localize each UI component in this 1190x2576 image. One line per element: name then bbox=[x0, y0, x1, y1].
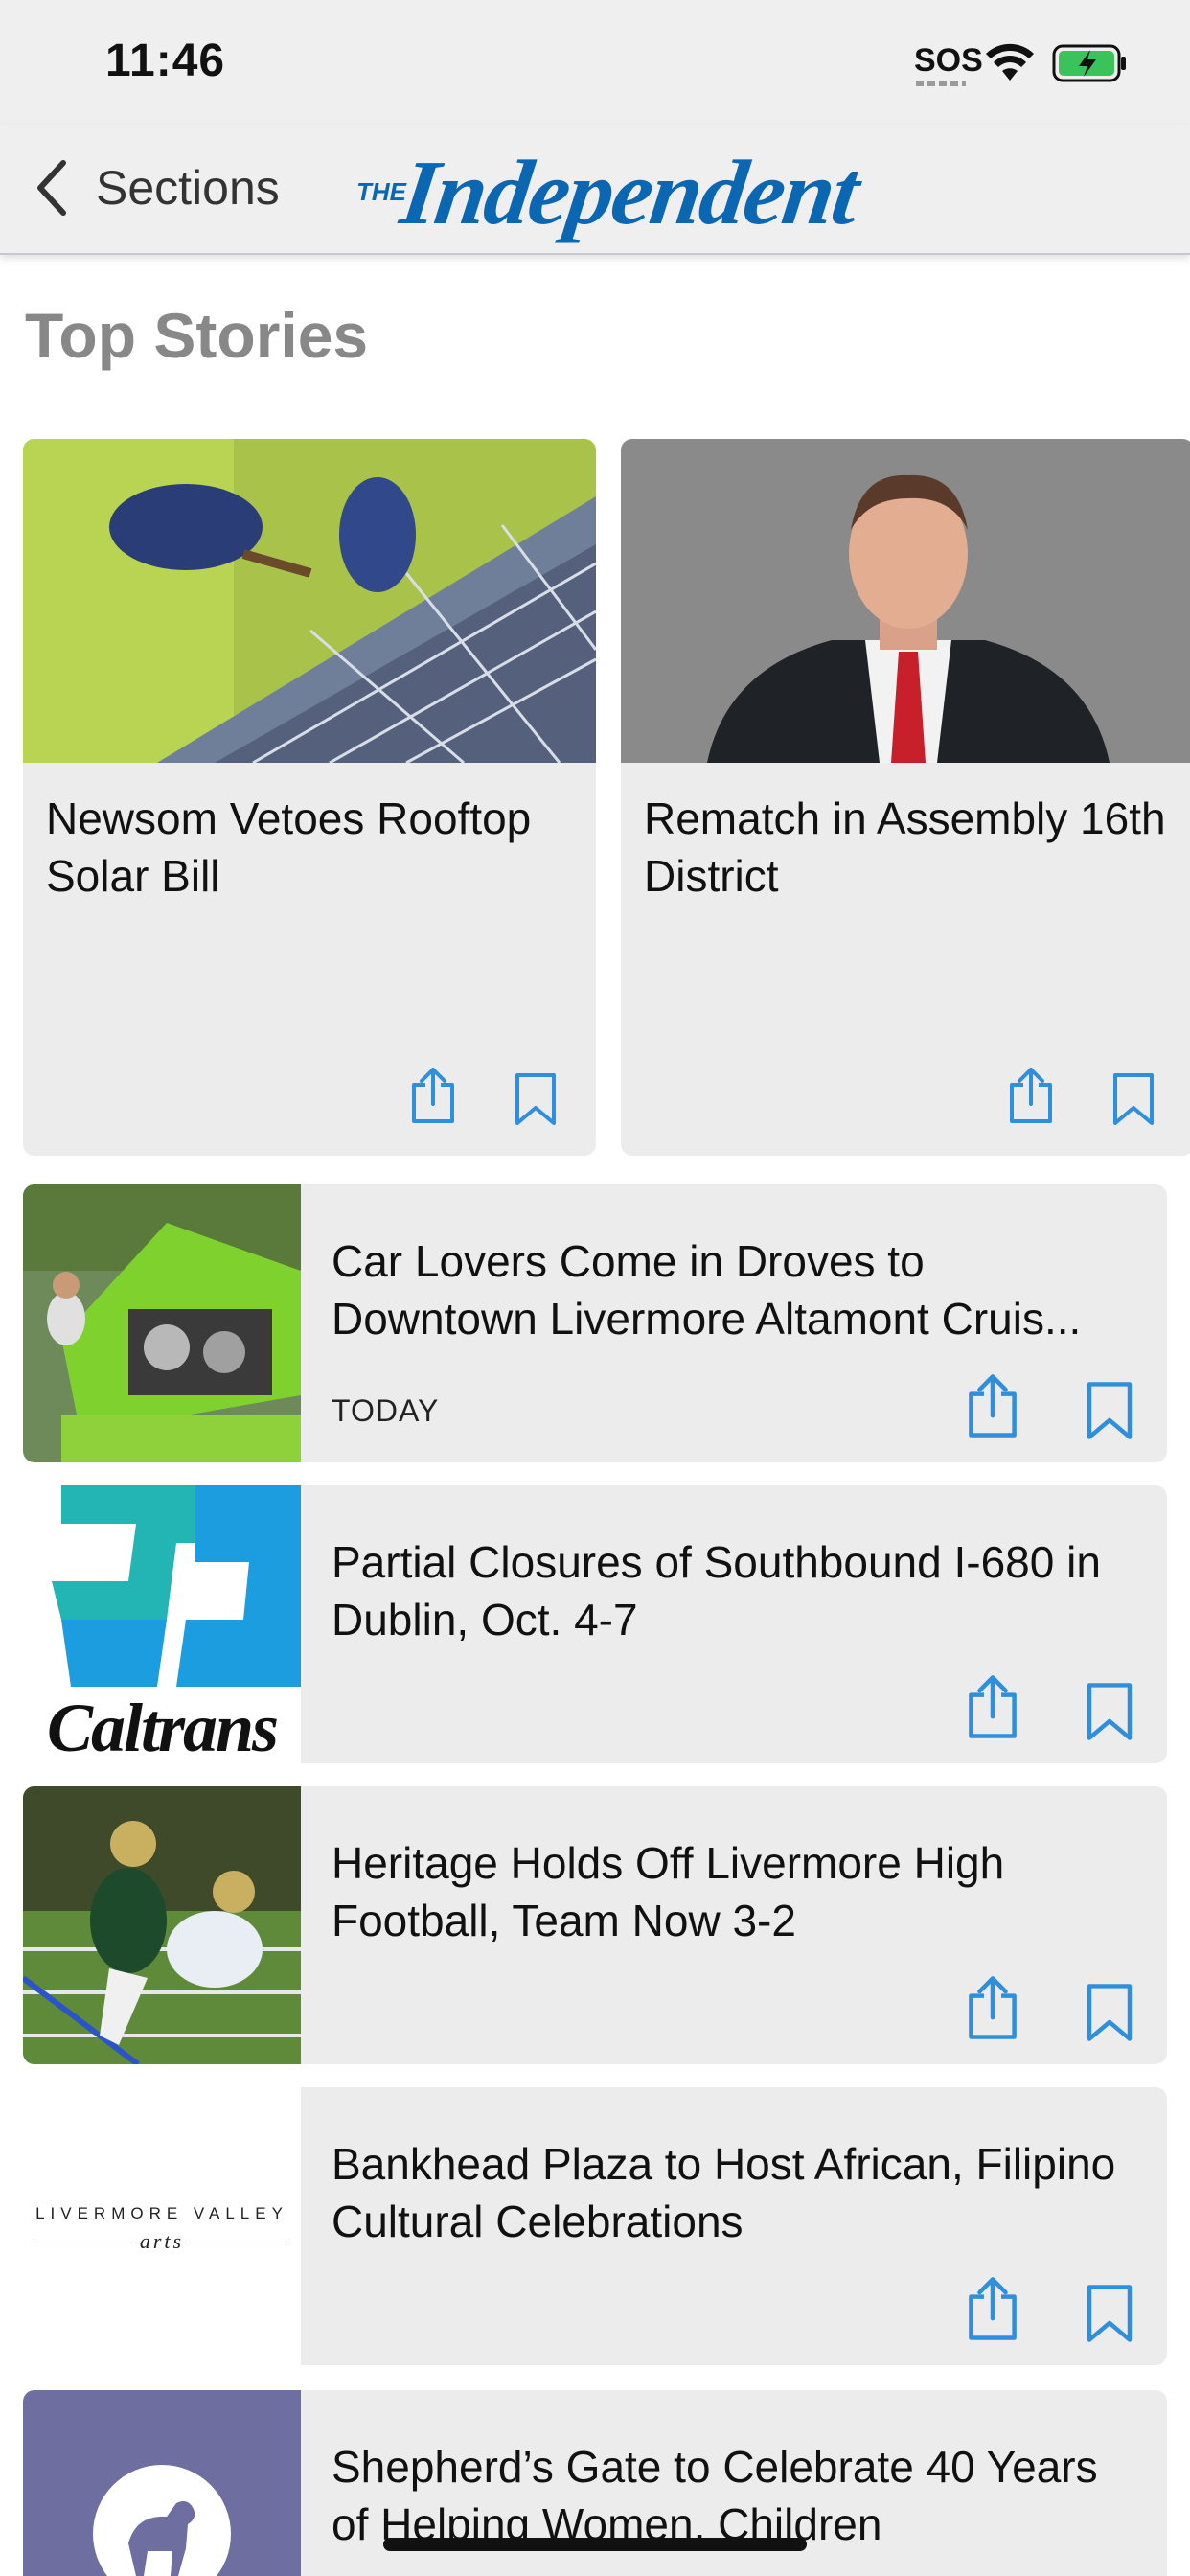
story-date: TODAY bbox=[332, 1393, 440, 1428]
logo-main-text: Independent bbox=[395, 140, 864, 243]
classic-car-photo bbox=[23, 1184, 301, 1462]
logo-the-text: THE bbox=[356, 177, 406, 206]
story-title[interactable]: Rematch in Assembly 16th District bbox=[644, 790, 1171, 905]
status-time: 11:46 bbox=[105, 35, 226, 86]
story-title[interactable]: Bankhead Plaza to Host African, Filipino… bbox=[332, 2135, 1138, 2250]
top-story-card[interactable]: Newsom Vetoes Rooftop Solar Bill bbox=[23, 439, 596, 1156]
candidate-portrait-photo bbox=[621, 439, 1190, 763]
story-row[interactable]: Heritage Holds Off Livermore High Footba… bbox=[23, 1786, 1167, 2064]
back-button[interactable]: Sections bbox=[34, 157, 280, 218]
signal-dots-icon bbox=[916, 80, 966, 86]
logo-text-top: LIVERMORE VALLEY bbox=[35, 2204, 288, 2222]
bookmark-icon[interactable] bbox=[1111, 1071, 1156, 1127]
share-icon[interactable] bbox=[964, 1673, 1021, 1740]
caltrans-wordmark: Caltrans bbox=[46, 1690, 279, 1763]
story-title[interactable]: Car Lovers Come in Droves to Downtown Li… bbox=[332, 1232, 1138, 1347]
story-title[interactable]: Newsom Vetoes Rooftop Solar Bill bbox=[46, 790, 573, 905]
bookmark-icon[interactable] bbox=[1085, 1982, 1134, 2043]
logo-text-bottom: arts bbox=[133, 2229, 191, 2254]
wifi-icon bbox=[986, 43, 1034, 80]
story-row[interactable]: Car Lovers Come in Droves to Downtown Li… bbox=[23, 1184, 1167, 1462]
share-icon[interactable] bbox=[964, 1974, 1021, 2041]
sos-indicator: SOS bbox=[914, 42, 983, 79]
story-title[interactable]: Partial Closures of Southbound I-680 in … bbox=[332, 1533, 1138, 1648]
bookmark-icon[interactable] bbox=[1085, 2283, 1134, 2344]
share-icon[interactable] bbox=[408, 1066, 458, 1125]
home-indicator[interactable] bbox=[383, 2538, 807, 2551]
solar-panel-photo bbox=[23, 439, 596, 763]
livermore-valley-arts-logo: LIVERMORE VALLEY arts bbox=[23, 2087, 301, 2365]
the-independent-logo: THE Independent bbox=[356, 141, 864, 243]
bookmark-icon[interactable] bbox=[1085, 1681, 1134, 1742]
status-bar: 11:46 SOS bbox=[0, 0, 1190, 125]
chevron-left-icon bbox=[37, 160, 66, 216]
story-row[interactable]: LIVERMORE VALLEY arts Bankhead Plaza to … bbox=[23, 2087, 1167, 2365]
football-photo bbox=[23, 1786, 301, 2064]
share-icon[interactable] bbox=[964, 2275, 1021, 2342]
story-title[interactable]: Heritage Holds Off Livermore High Footba… bbox=[332, 1834, 1138, 1949]
caltrans-logo: Caltrans bbox=[23, 1485, 301, 1763]
battery-charging-icon bbox=[1052, 44, 1126, 82]
story-row[interactable]: Caltrans Partial Closures of Southbound … bbox=[23, 1485, 1167, 1763]
bookmark-icon[interactable] bbox=[514, 1071, 558, 1127]
bookmark-icon[interactable] bbox=[1085, 1380, 1134, 1441]
share-icon[interactable] bbox=[1006, 1066, 1056, 1125]
lamb-logo bbox=[23, 2390, 301, 2576]
share-icon[interactable] bbox=[964, 1372, 1021, 1439]
section-title: Top Stories bbox=[25, 300, 369, 371]
top-story-card[interactable]: Rematch in Assembly 16th District bbox=[621, 439, 1190, 1156]
back-button-label: Sections bbox=[96, 161, 280, 215]
navigation-bar: Sections THE Independent bbox=[0, 125, 1190, 255]
story-title[interactable]: Shepherd’s Gate to Celebrate 40 Years of… bbox=[332, 2438, 1138, 2553]
